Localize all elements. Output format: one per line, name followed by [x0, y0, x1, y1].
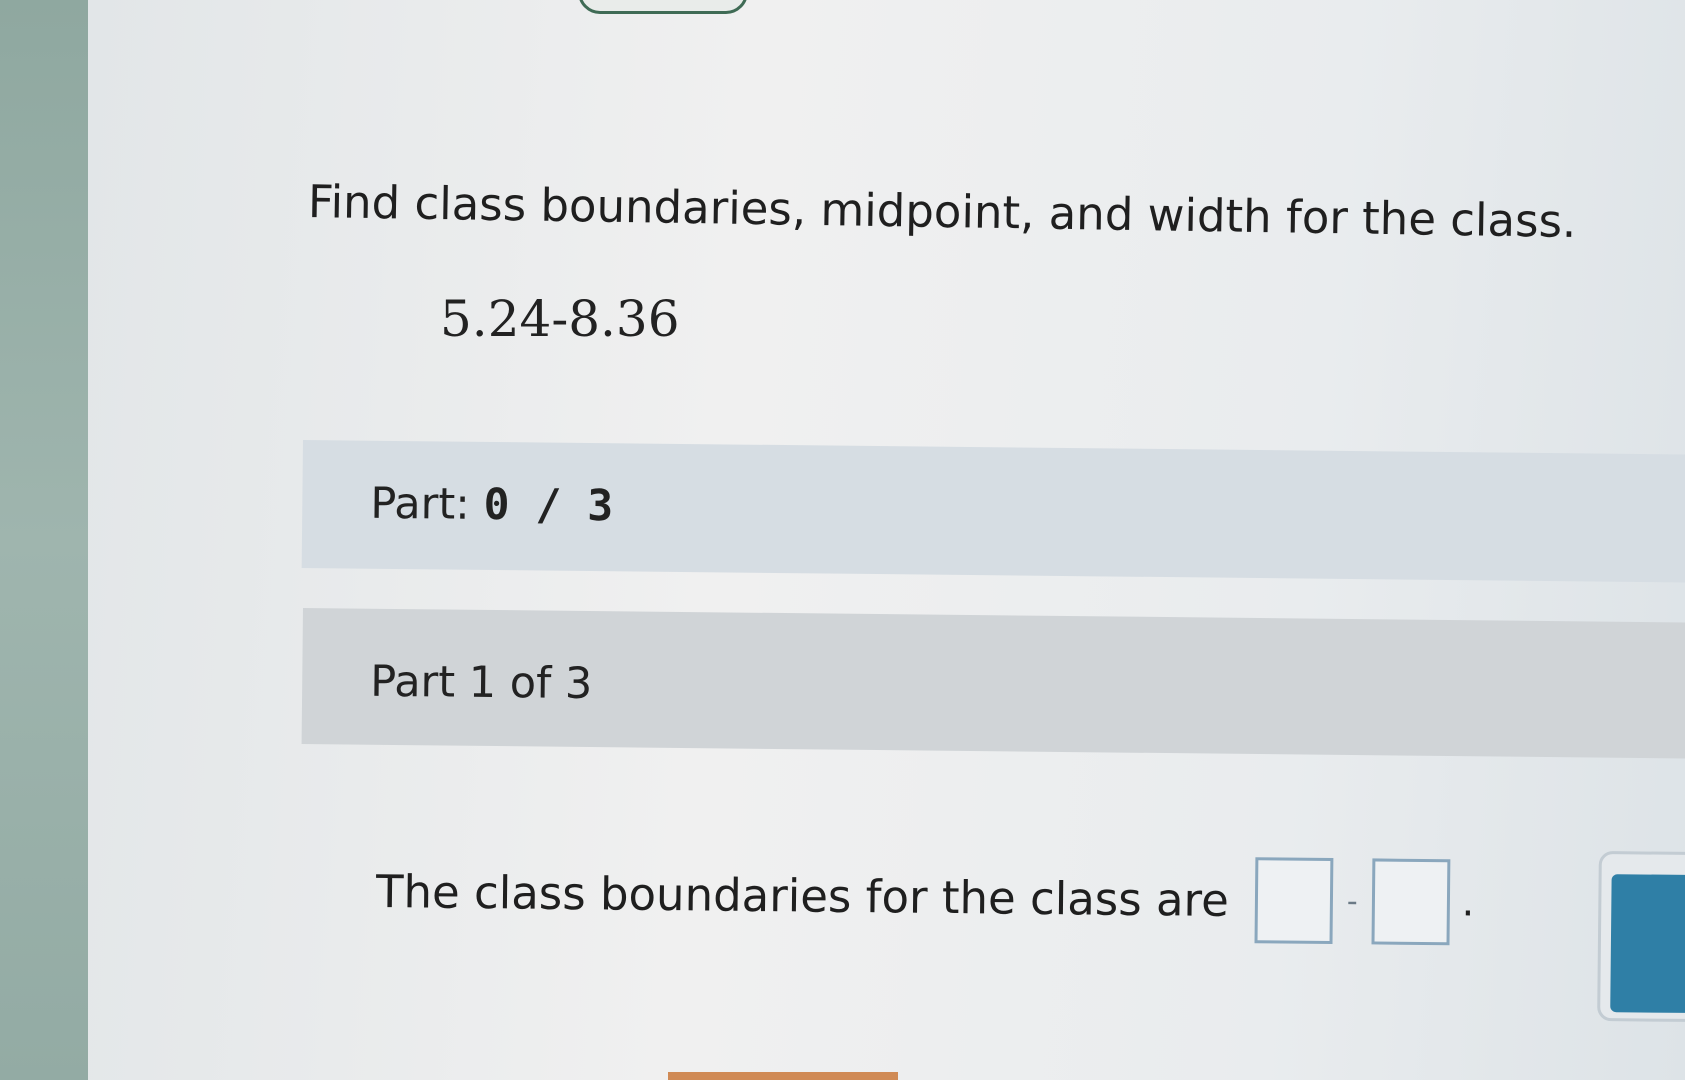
upper-boundary-input[interactable] — [1371, 858, 1451, 946]
answer-row: The class boundaries for the class are -… — [375, 848, 1475, 946]
question-text: Find class boundaries, midpoint, and wid… — [307, 175, 1577, 248]
answer-actions — [1597, 851, 1685, 1023]
progress-count: 0 / 3 — [483, 479, 614, 532]
top-tab[interactable] — [578, 0, 748, 14]
class-range: 5.24-8.36 — [440, 290, 680, 348]
progress-label-group: Part: 0 / 3 — [370, 479, 613, 532]
sentence-end: . — [1461, 879, 1475, 926]
progress-label: Part: — [370, 478, 470, 530]
bottom-accent-strip — [668, 1072, 898, 1080]
clear-answer-button[interactable] — [1610, 874, 1685, 1015]
question-panel: Find class boundaries, midpoint, and wid… — [88, 0, 1685, 1080]
step-title: Part 1 of 3 — [369, 656, 593, 710]
lower-boundary-input[interactable] — [1254, 857, 1334, 945]
left-margin — [0, 0, 88, 1080]
answer-prompt: The class boundaries for the class are — [375, 864, 1230, 927]
screen: Find class boundaries, midpoint, and wid… — [0, 0, 1685, 1080]
boundary-separator: - — [1346, 883, 1358, 919]
step-header: Part 1 of 3 — [301, 608, 1685, 760]
progress-bar: Part: 0 / 3 — [301, 440, 1685, 584]
